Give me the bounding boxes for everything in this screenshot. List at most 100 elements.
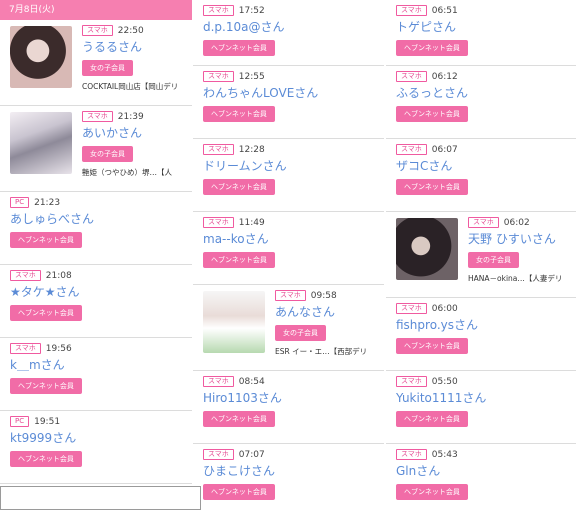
entry-info: スマホ 21:39 あいかさん女の子会員艶姫（つやひめ）堺…【人 bbox=[82, 110, 192, 191]
list-item[interactable]: スマホ 06:07 ザコCさんヘブンネット会員 bbox=[386, 139, 576, 212]
shop-name[interactable]: ESR イー・エ…【西部デリ bbox=[275, 346, 384, 357]
access-time: 05:50 bbox=[431, 376, 458, 387]
member-name-link[interactable]: あしゅらべさん bbox=[10, 211, 186, 227]
column-right: スマホ 06:51 トゲピさん ヘブンネット会員 スマホ 06:12 ふるっとさん ヘブンネッ… bbox=[386, 0, 576, 510]
shop-name[interactable]: 艶姫（つやひめ）堺…【人 bbox=[82, 167, 192, 178]
access-time: 09:58 bbox=[310, 290, 337, 301]
list-item[interactable]: スマホ 19:56 k＿mさん ヘブンネット会員 bbox=[0, 338, 192, 411]
entry-meta: スマホ 07:07 bbox=[203, 448, 378, 461]
member-name-link[interactable]: トゲピさん bbox=[396, 19, 570, 35]
list-item[interactable]: スマホ 08:54 Hiro1103さん ヘブンネット会員 bbox=[193, 371, 384, 444]
device-badge-smartphone: スマホ bbox=[275, 290, 306, 301]
profile-photo[interactable] bbox=[203, 291, 265, 353]
entry-meta: スマホ 17:52 bbox=[203, 4, 378, 17]
access-time: 21:39 bbox=[117, 111, 144, 122]
profile-photo[interactable] bbox=[396, 218, 458, 280]
access-time: 19:51 bbox=[34, 416, 61, 427]
device-badge-smartphone: スマホ bbox=[468, 217, 499, 228]
member-type-badge: ヘブンネット会員 bbox=[10, 232, 82, 248]
device-badge-smartphone: スマホ bbox=[10, 270, 41, 281]
member-name-link[interactable]: kt9999さん bbox=[10, 430, 186, 446]
member-type-badge: ヘブンネット会員 bbox=[203, 106, 275, 122]
access-time: 17:52 bbox=[238, 5, 265, 16]
member-name-link[interactable]: わんちゃんLOVEさん bbox=[203, 85, 378, 101]
list-item[interactable]: スマホ 06:00 fishpro.ysさん ヘブンネット会員 bbox=[386, 298, 576, 371]
access-time: 08:54 bbox=[238, 376, 265, 387]
member-type-badge: ヘブンネット会員 bbox=[203, 179, 275, 195]
member-name-link[interactable]: ひまこけさん bbox=[203, 463, 378, 479]
entry-meta: スマホ 12:28 bbox=[203, 143, 378, 156]
member-name-link[interactable]: k＿mさん bbox=[10, 357, 186, 373]
bottom-input-box[interactable] bbox=[0, 486, 201, 510]
device-badge-smartphone: スマホ bbox=[203, 5, 234, 16]
member-name-link[interactable]: fishpro.ysさん bbox=[396, 317, 570, 333]
member-name-link[interactable]: d.p.10a@さん bbox=[203, 19, 378, 35]
list-item[interactable]: PC 19:51 kt9999さん ヘブンネット会員 bbox=[0, 411, 192, 484]
list-item[interactable]: スマホ 07:07 ひまこけさん ヘブンネット会員 bbox=[193, 444, 384, 510]
entry-meta: スマホ 21:39 bbox=[82, 110, 192, 123]
list-item[interactable]: スマホ 09:58 あんなさん女の子会員 ESR イー・エ…【西部デリ bbox=[193, 285, 384, 371]
member-name-link[interactable]: Hiro1103さん bbox=[203, 390, 378, 406]
list-item[interactable]: スマホ 12:28 ドリームンさん ヘブンネット会員 bbox=[193, 139, 384, 212]
device-badge-smartphone: スマホ bbox=[396, 303, 427, 314]
shop-name[interactable]: COCKTAIL岡山店【岡山デリ bbox=[82, 81, 192, 92]
device-badge-smartphone: スマホ bbox=[82, 25, 113, 36]
member-type-badge: ヘブンネット会員 bbox=[10, 305, 82, 321]
list-item[interactable]: スマホ 06:12 ふるっとさん ヘブンネット会員 bbox=[386, 66, 576, 139]
member-type-badge: ヘブンネット会員 bbox=[396, 40, 468, 56]
list-item[interactable]: スマホ 06:02 天野 ひすいさん 女の子会員 HANA－okina…【人妻デリ bbox=[386, 212, 576, 298]
entry-info: スマホ 22:50 うるるさん 女の子会員 COCKTAIL岡山店【岡山デリ bbox=[82, 24, 192, 105]
member-name-link[interactable]: 天野 ひすいさん bbox=[468, 231, 576, 247]
device-badge-smartphone: スマホ bbox=[396, 71, 427, 82]
member-name-link[interactable]: うるるさん bbox=[82, 39, 192, 55]
access-time: 12:28 bbox=[238, 144, 265, 155]
member-name-link[interactable]: Yukito1111さん bbox=[396, 390, 570, 406]
member-name-link[interactable]: ma--koさん bbox=[203, 231, 378, 247]
entry-meta: スマホ 21:08 bbox=[10, 269, 186, 282]
entry-meta: スマホ 06:00 bbox=[396, 302, 570, 315]
list-item[interactable]: スマホ 21:08 ★タケ★さん ヘブンネット会員 bbox=[0, 265, 192, 338]
profile-photo[interactable] bbox=[10, 26, 72, 88]
device-badge-smartphone: スマホ bbox=[203, 217, 234, 228]
list-item[interactable]: スマホ 17:52 d.p.10a@さん ヘブンネット会員 bbox=[193, 0, 384, 66]
device-badge-smartphone: スマホ bbox=[203, 376, 234, 387]
member-type-badge: 女の子会員 bbox=[82, 60, 133, 76]
profile-photo[interactable] bbox=[10, 112, 72, 174]
device-badge-smartphone: スマホ bbox=[203, 144, 234, 155]
member-type-badge: ヘブンネット会員 bbox=[10, 451, 82, 467]
access-time: 05:43 bbox=[431, 449, 458, 460]
member-type-badge: 女の子会員 bbox=[468, 252, 519, 268]
member-name-link[interactable]: ★タケ★さん bbox=[10, 284, 186, 300]
entry-meta: スマホ 06:07 bbox=[396, 143, 570, 156]
list-item[interactable]: スマホ 12:55 わんちゃんLOVEさん ヘブンネット会員 bbox=[193, 66, 384, 139]
member-type-badge: ヘブンネット会員 bbox=[203, 40, 275, 56]
entry-meta: スマホ 06:12 bbox=[396, 70, 570, 83]
access-time: 06:12 bbox=[431, 71, 458, 82]
access-time: 06:00 bbox=[431, 303, 458, 314]
list-item[interactable]: スマホ 05:43 Glnさん ヘブンネット会員 bbox=[386, 444, 576, 510]
member-name-link[interactable]: ザコCさん bbox=[396, 158, 570, 174]
device-badge-smartphone: スマホ bbox=[82, 111, 113, 122]
device-badge-smartphone: スマホ bbox=[396, 144, 427, 155]
member-name-link[interactable]: ドリームンさん bbox=[203, 158, 378, 174]
entry-meta: スマホ 05:50 bbox=[396, 375, 570, 388]
access-time: 19:56 bbox=[45, 343, 72, 354]
member-name-link[interactable]: あんなさん bbox=[275, 304, 384, 320]
device-badge-smartphone: スマホ bbox=[396, 376, 427, 387]
list-item[interactable]: スマホ 21:39 あいかさん女の子会員艶姫（つやひめ）堺…【人 bbox=[0, 106, 192, 192]
member-name-link[interactable]: Glnさん bbox=[396, 463, 570, 479]
shop-name[interactable]: HANA－okina…【人妻デリ bbox=[468, 273, 576, 284]
list-item[interactable]: スマホ 11:49 ma--koさん ヘブンネット会員 bbox=[193, 212, 384, 285]
member-type-badge: 女の子会員 bbox=[82, 146, 133, 162]
member-name-link[interactable]: ふるっとさん bbox=[396, 85, 570, 101]
list-item[interactable]: スマホ 06:51 トゲピさんヘブンネット会員 bbox=[386, 0, 576, 66]
entry-meta: スマホ 06:51 bbox=[396, 4, 570, 17]
member-type-badge: ヘブンネット会員 bbox=[203, 411, 275, 427]
member-type-badge: 女の子会員 bbox=[275, 325, 326, 341]
device-badge-pc: PC bbox=[10, 197, 30, 208]
member-name-link[interactable]: あいかさん bbox=[82, 125, 192, 141]
list-item[interactable]: PC 21:23 あしゅらべさん ヘブンネット会員 bbox=[0, 192, 192, 265]
list-item[interactable]: スマホ 05:50 Yukito1111さん ヘブンネット会員 bbox=[386, 371, 576, 444]
list-item[interactable]: スマホ 22:50 うるるさん 女の子会員 COCKTAIL岡山店【岡山デリ bbox=[0, 20, 192, 106]
member-type-badge: ヘブンネット会員 bbox=[396, 179, 468, 195]
